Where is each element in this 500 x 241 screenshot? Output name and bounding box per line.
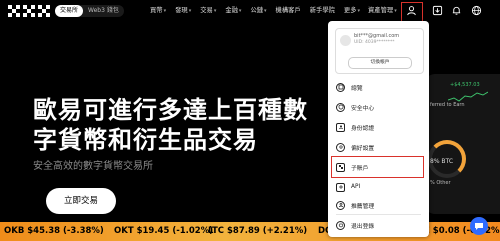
menu-item-more[interactable]: 更多▾ bbox=[344, 5, 360, 17]
menu-item-trade[interactable]: 交易▾ bbox=[200, 5, 216, 17]
menu-item-api[interactable]: API bbox=[336, 181, 360, 193]
chat-icon bbox=[475, 223, 483, 230]
switch-account-button[interactable]: 切換帳戶 bbox=[348, 57, 412, 69]
menu-item-discover[interactable]: 發現▾ bbox=[175, 5, 191, 17]
trade-now-button[interactable]: 立即交易 bbox=[46, 188, 116, 214]
api-icon bbox=[336, 182, 345, 192]
security-icon bbox=[336, 102, 345, 112]
menu-item-security-center[interactable]: 安全中心 bbox=[336, 101, 374, 113]
main-menu: 買幣▾ 發現▾ 交易▾ 金融▾ 公鏈▾ 機構客戶 新手學院 更多▾ bbox=[150, 5, 360, 17]
segment-exchange[interactable]: 交易所 bbox=[55, 5, 84, 17]
account-uid: UID: 4039******** bbox=[354, 40, 395, 45]
ticker-item[interactable]: OKT $19.45 (-1.02%) bbox=[114, 222, 213, 241]
bell-icon[interactable] bbox=[450, 4, 463, 17]
top-nav: 交易所 Web3 錢包 買幣▾ 發現▾ 交易▾ 金融▾ 公鏈▾ 機構客戶 新手學… bbox=[0, 0, 500, 22]
account-card: bit***@gmail.com UID: 4039******** 切換帳戶 bbox=[335, 28, 424, 74]
ticker-item[interactable]: OKB $45.38 (-3.38%) bbox=[4, 222, 104, 241]
menu-item-label: 推薦管理 bbox=[351, 203, 375, 210]
id-icon bbox=[336, 122, 345, 132]
okx-logo[interactable] bbox=[8, 5, 50, 17]
hero-title-line-2: 字貨幣和衍生品交易 bbox=[33, 126, 258, 154]
hero-subtitle: 安全高效的數字貨幣交易所 bbox=[33, 161, 153, 172]
menu-divider bbox=[336, 214, 421, 215]
menu-item-buy[interactable]: 買幣▾ bbox=[150, 5, 166, 17]
phone-btc-share: 8% BTC bbox=[430, 158, 454, 165]
hero-title-line-1: 歐易可進行多達上百種數 bbox=[33, 96, 308, 124]
menu-item-label: 偏好設置 bbox=[351, 145, 375, 152]
ticker-item[interactable]: LTC $87.89 (+2.21%) bbox=[208, 222, 307, 241]
subaccount-highlight bbox=[331, 156, 424, 178]
account-email: bit***@gmail.com bbox=[354, 33, 400, 39]
phone-other-share: % Other bbox=[430, 180, 451, 186]
globe-icon[interactable] bbox=[470, 4, 483, 17]
referral-icon bbox=[336, 200, 345, 210]
menu-item-label: 總覽 bbox=[351, 85, 363, 92]
asset-manage-menu[interactable]: 資產管理▾ bbox=[368, 5, 397, 17]
menu-item-identity-verification[interactable]: 身份認證 bbox=[336, 121, 374, 133]
menu-item-chain[interactable]: 公鏈▾ bbox=[250, 5, 266, 17]
menu-item-label: 身份認證 bbox=[351, 125, 375, 132]
user-icon-highlight bbox=[401, 2, 423, 22]
chat-support-button[interactable] bbox=[470, 217, 488, 235]
overview-icon bbox=[336, 82, 345, 92]
menu-item-referral[interactable]: 推薦管理 bbox=[336, 199, 374, 211]
account-dropdown: bit***@gmail.com UID: 4039******** 切換帳戶 … bbox=[328, 21, 429, 237]
sparkline-chart bbox=[448, 91, 488, 102]
avatar bbox=[340, 35, 351, 46]
menu-item-finance[interactable]: 金融▾ bbox=[225, 5, 241, 17]
menu-item-overview[interactable]: 總覽 bbox=[336, 81, 363, 93]
menu-item-academy[interactable]: 新手學院 bbox=[310, 5, 335, 17]
menu-item-logout[interactable]: 退出登錄 bbox=[336, 219, 374, 231]
menu-item-label: API bbox=[351, 184, 361, 190]
logout-icon bbox=[336, 220, 345, 230]
hero-title: 歐易可進行多達上百種數 字貨幣和衍生品交易 bbox=[33, 95, 308, 155]
menu-item-label: 安全中心 bbox=[351, 105, 375, 112]
settings-icon bbox=[336, 142, 345, 152]
menu-item-institutional[interactable]: 機構客戶 bbox=[276, 5, 301, 17]
download-icon[interactable] bbox=[431, 4, 444, 17]
menu-item-label: 退出登錄 bbox=[351, 223, 375, 230]
exchange-wallet-switch: 交易所 Web3 錢包 bbox=[55, 5, 124, 17]
phone-price: +$4,537.03 bbox=[450, 82, 480, 88]
menu-item-preferences[interactable]: 偏好設置 bbox=[336, 141, 374, 153]
segment-web3-wallet[interactable]: Web3 錢包 bbox=[83, 5, 124, 17]
